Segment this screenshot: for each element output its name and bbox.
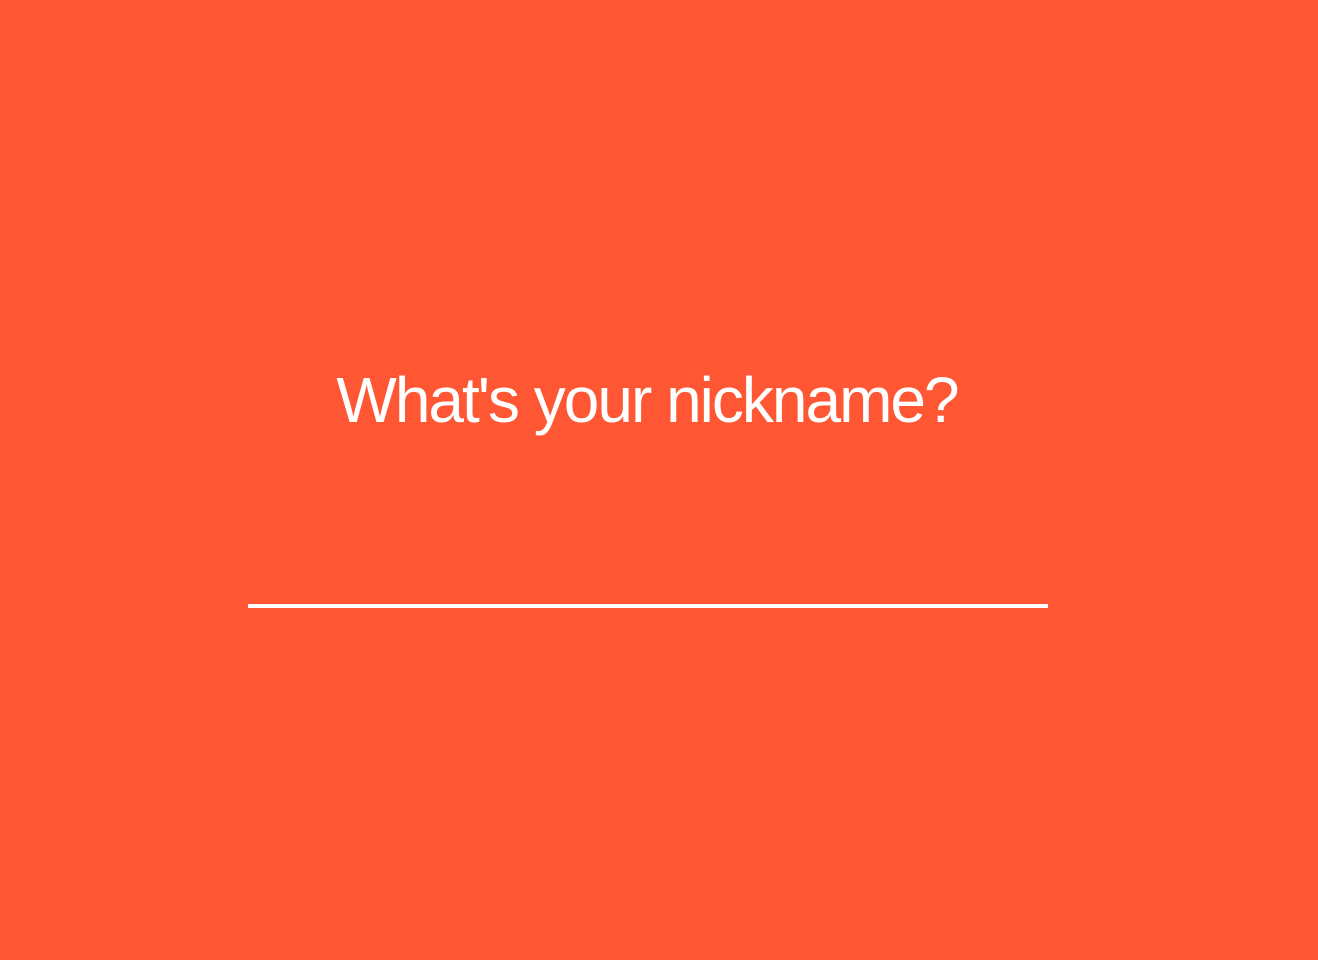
nickname-question: What's your nickname? [336,364,959,436]
nickname-input[interactable] [248,548,1048,608]
nickname-screen: What's your nickname? [0,0,1318,960]
